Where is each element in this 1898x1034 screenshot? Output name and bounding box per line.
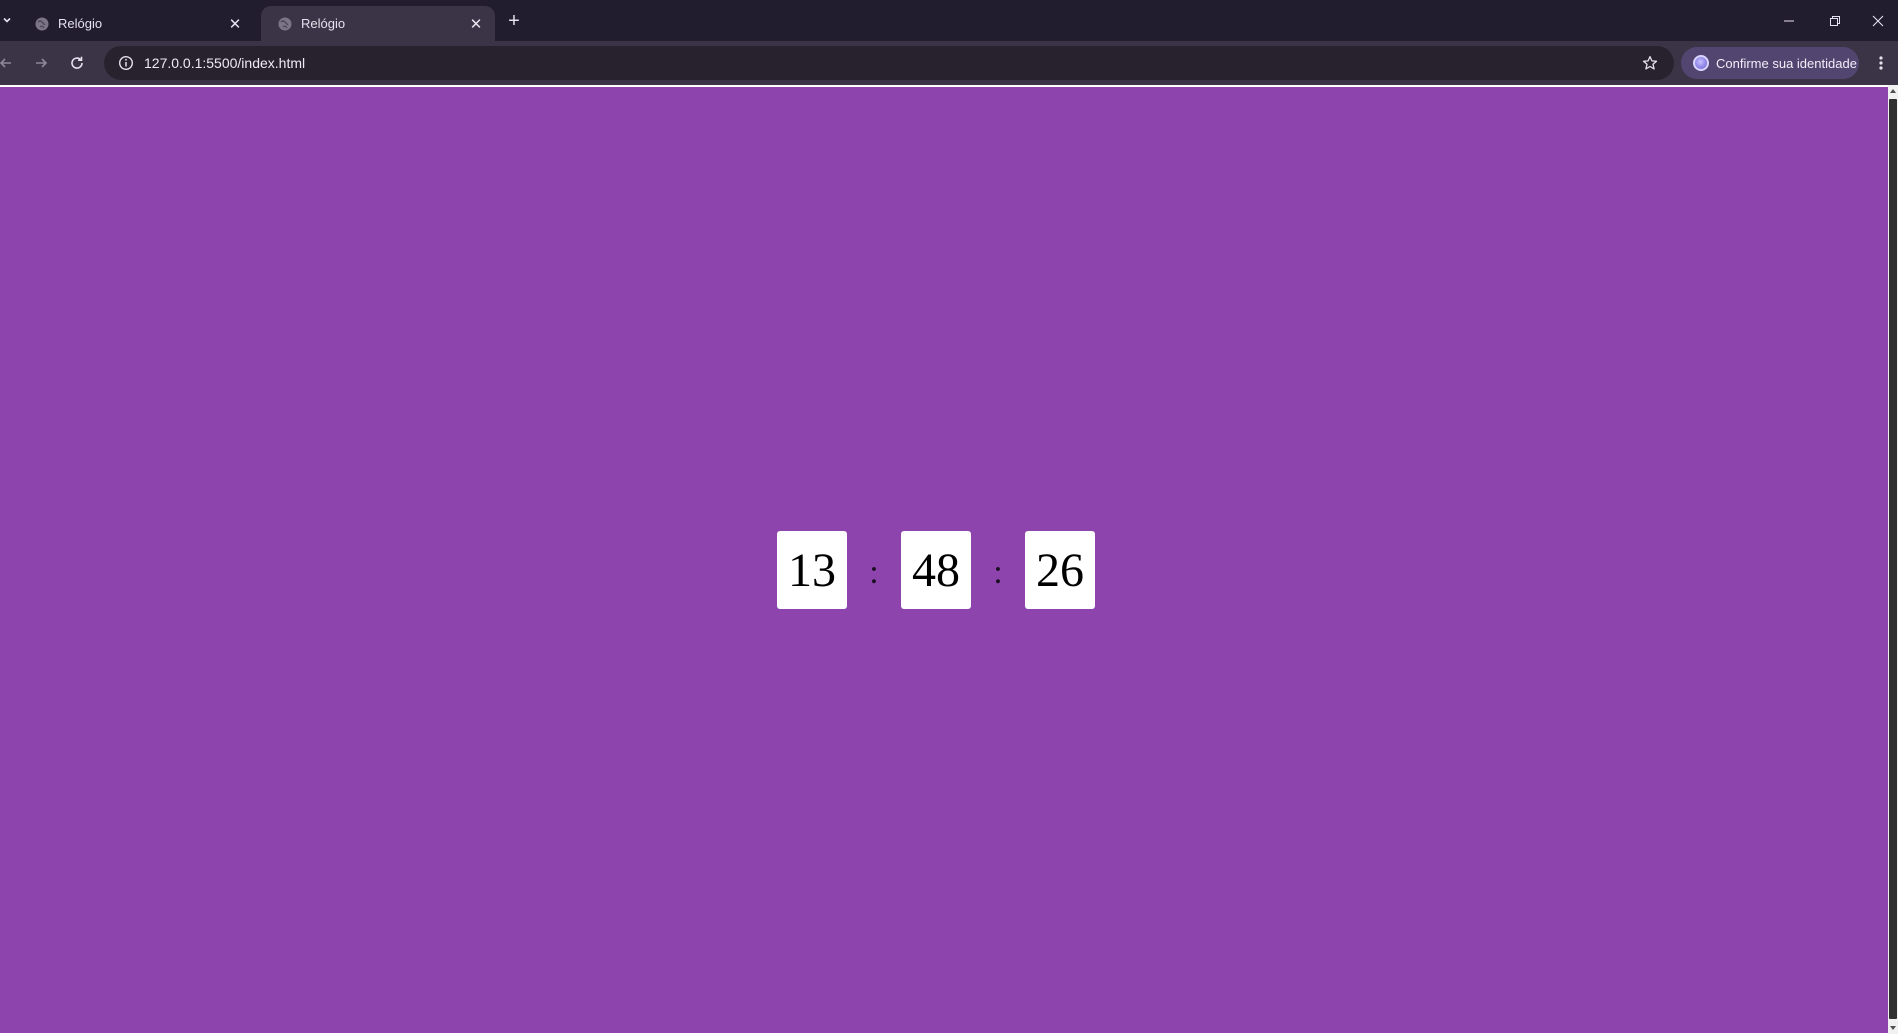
forward-button[interactable]	[27, 49, 55, 77]
star-icon	[1642, 55, 1658, 70]
page-body: 13 : 48 : 26	[0, 87, 1888, 1033]
restore-icon	[1830, 15, 1840, 26]
chevron-down-icon	[3, 17, 11, 23]
clock-separator: :	[993, 554, 1003, 591]
tab-strip: Relógio ✕ Relógio ✕ +	[0, 0, 1898, 41]
profile-chip-label: Confirme sua identidade	[1716, 55, 1857, 71]
tab-search-button[interactable]	[0, 10, 14, 30]
site-info-button[interactable]	[110, 46, 142, 80]
new-tab-button[interactable]: +	[502, 9, 526, 33]
reload-button[interactable]	[63, 49, 91, 77]
info-icon	[118, 55, 134, 71]
scroll-up-arrow-icon[interactable]	[1890, 89, 1896, 93]
browser-toolbar: 127.0.0.1:5500/index.html Confirme sua i…	[0, 41, 1898, 85]
close-window-button[interactable]	[1858, 0, 1898, 41]
tab-close-button[interactable]: ✕	[226, 15, 244, 33]
arrow-right-icon	[36, 58, 48, 68]
clock-seconds: 26	[1025, 531, 1095, 609]
close-icon	[1872, 15, 1884, 26]
clock-hours: 13	[777, 531, 847, 609]
minimize-icon	[1784, 20, 1794, 21]
profile-identity-chip[interactable]: Confirme sua identidade	[1681, 47, 1859, 79]
tab-active[interactable]: Relógio ✕	[261, 6, 495, 41]
tab-close-button[interactable]: ✕	[467, 15, 485, 33]
clock-separator: :	[869, 554, 879, 591]
bookmark-button[interactable]	[1634, 46, 1666, 80]
tab-title: Relógio	[58, 16, 103, 31]
restore-button[interactable]	[1812, 0, 1858, 41]
tab-title: Relógio	[301, 16, 346, 31]
reload-icon	[71, 56, 83, 69]
globe-icon	[277, 16, 293, 32]
address-bar[interactable]: 127.0.0.1:5500/index.html	[104, 46, 1674, 80]
kebab-menu-icon	[1879, 56, 1883, 70]
page-viewport: 13 : 48 : 26	[0, 85, 1898, 1034]
browser-menu-button[interactable]	[1870, 49, 1892, 77]
vertical-scrollbar[interactable]	[1888, 85, 1898, 1034]
scroll-down-arrow-icon[interactable]	[1890, 1026, 1896, 1030]
tab-inactive[interactable]: Relógio ✕	[18, 6, 254, 41]
globe-icon	[34, 16, 50, 32]
url-text[interactable]: 127.0.0.1:5500/index.html	[144, 55, 1634, 71]
digital-clock: 13 : 48 : 26	[777, 531, 1095, 609]
arrow-left-icon	[0, 58, 11, 68]
minimize-button[interactable]	[1766, 0, 1812, 41]
scrollbar-thumb[interactable]	[1889, 99, 1897, 1019]
clock-minutes: 48	[901, 531, 971, 609]
avatar	[1693, 55, 1709, 71]
back-button[interactable]	[0, 49, 20, 77]
